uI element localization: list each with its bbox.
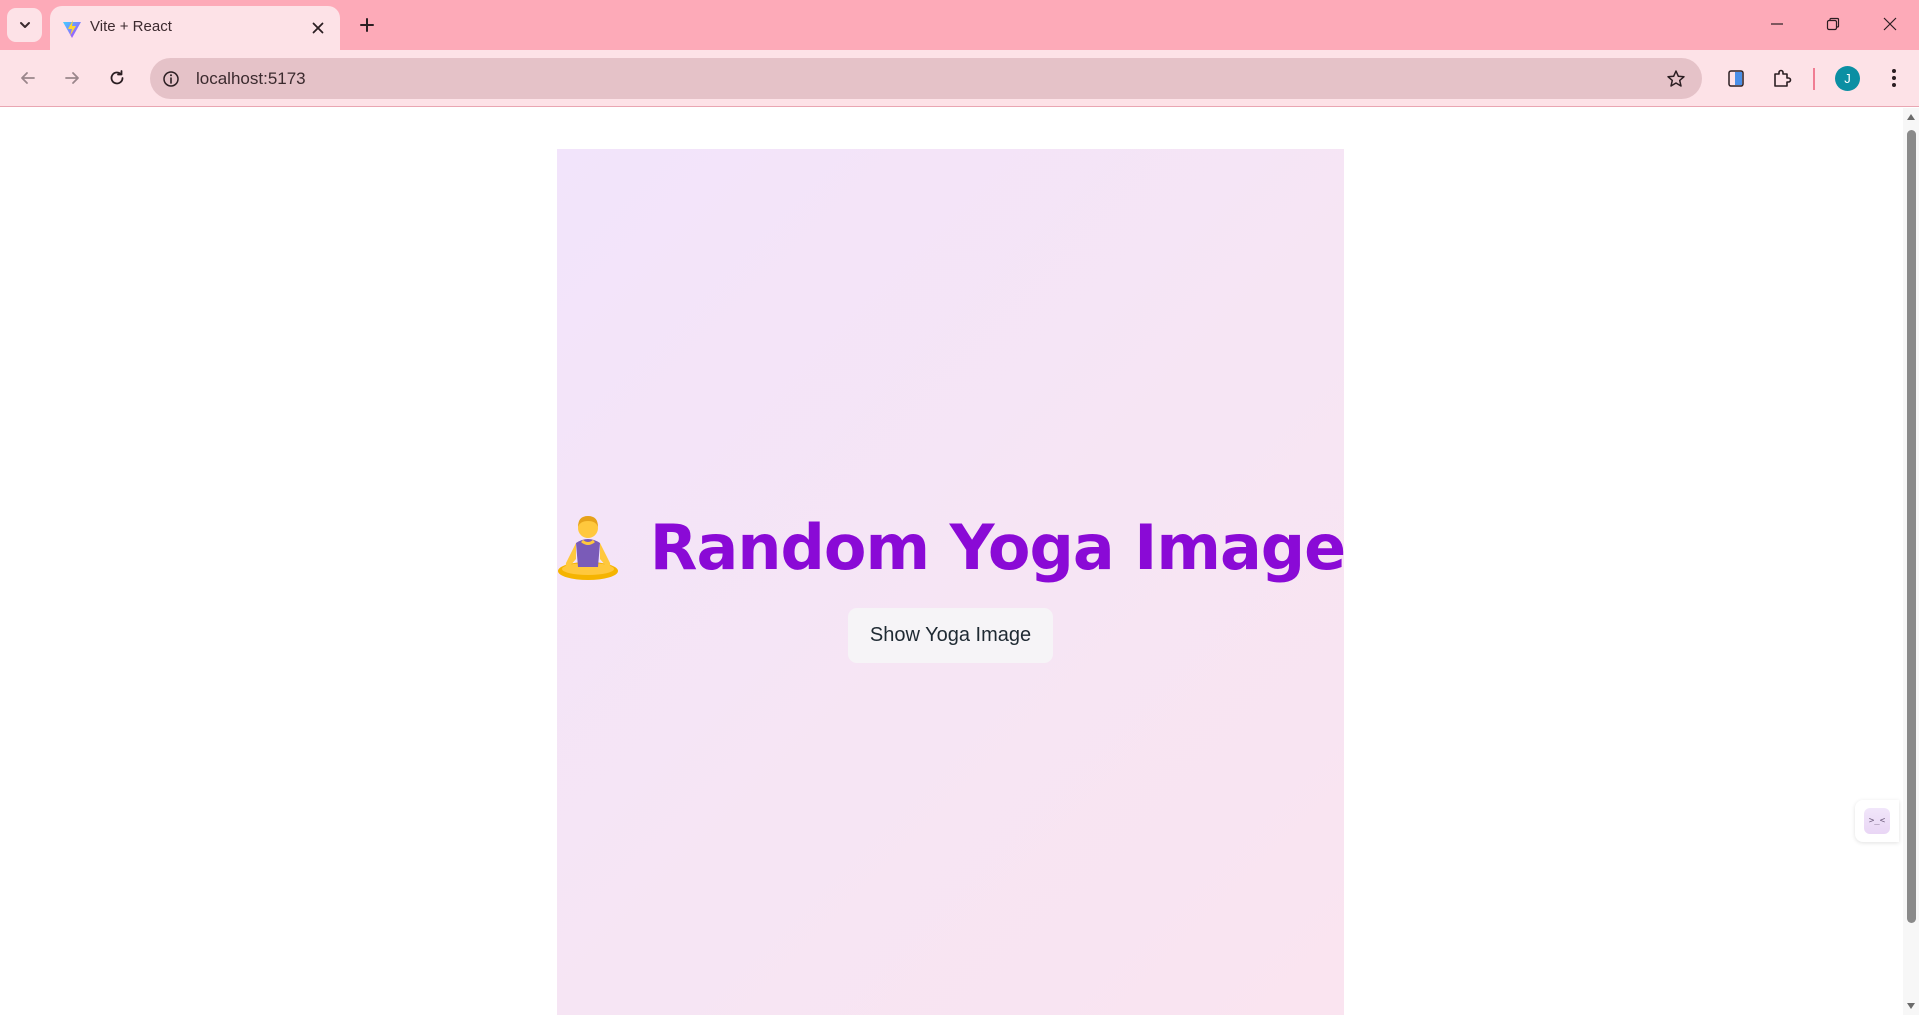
more-vertical-icon: [1892, 69, 1896, 87]
restore-icon: [1826, 17, 1840, 31]
menu-button[interactable]: [1878, 62, 1910, 94]
minimize-icon: [1771, 23, 1783, 25]
bookmark-button[interactable]: [1664, 67, 1688, 91]
close-window-button[interactable]: [1870, 8, 1910, 40]
extensions-button[interactable]: [1766, 62, 1798, 94]
address-bar[interactable]: localhost:5173: [150, 58, 1702, 99]
close-icon: [1883, 17, 1897, 31]
reload-button[interactable]: [100, 61, 134, 95]
tab-strip: Vite + React: [0, 0, 1919, 50]
floating-widget-button[interactable]: >_<: [1855, 800, 1899, 842]
arrow-left-icon: [21, 72, 35, 84]
arrow-right-icon: [65, 72, 79, 84]
heading-text: Random Yoga Image: [649, 511, 1346, 584]
restore-button[interactable]: [1813, 8, 1853, 40]
browser-toolbar: localhost:5173: [0, 50, 1919, 107]
info-icon: [163, 71, 179, 87]
close-icon: [312, 22, 324, 34]
triangle-down-icon: [1907, 1003, 1915, 1009]
vertical-scrollbar[interactable]: [1903, 108, 1919, 1015]
plus-icon: [360, 18, 374, 32]
tab-close-button[interactable]: [308, 18, 328, 38]
vite-logo-icon: [63, 20, 81, 38]
forward-button[interactable]: [55, 61, 89, 95]
page-viewport: Random Yoga Image Show Yoga Image: [0, 108, 1903, 1015]
tab-search-button[interactable]: [7, 8, 42, 42]
show-yoga-image-button[interactable]: Show Yoga Image: [847, 608, 1054, 663]
minimize-button[interactable]: [1757, 8, 1797, 40]
chevron-down-icon: [19, 22, 30, 28]
floating-widget-label: >_<: [1864, 808, 1890, 834]
person-in-lotus-position-icon: [557, 515, 618, 580]
toolbar-divider: [1813, 68, 1815, 90]
url-text[interactable]: localhost:5173: [196, 69, 306, 89]
side-panel-icon: [1728, 70, 1744, 87]
site-info-icon[interactable]: [160, 68, 182, 90]
profile-avatar[interactable]: J: [1835, 66, 1860, 91]
star-icon: [1667, 70, 1685, 87]
tab-title: Vite + React: [90, 18, 172, 35]
puzzle-piece-icon: [1774, 69, 1792, 87]
new-tab-button[interactable]: [352, 10, 382, 40]
side-panel-button[interactable]: [1720, 62, 1752, 94]
scrollbar-thumb[interactable]: [1907, 130, 1916, 923]
active-tab[interactable]: Vite + React: [50, 6, 340, 50]
scroll-up-arrow[interactable]: [1906, 112, 1916, 122]
reload-icon: [110, 70, 124, 85]
triangle-up-icon: [1907, 114, 1915, 120]
page-heading: Random Yoga Image: [556, 511, 1346, 584]
scroll-down-arrow[interactable]: [1906, 1001, 1916, 1011]
yoga-card: Random Yoga Image Show Yoga Image: [556, 149, 1346, 1015]
back-button[interactable]: [11, 61, 45, 95]
